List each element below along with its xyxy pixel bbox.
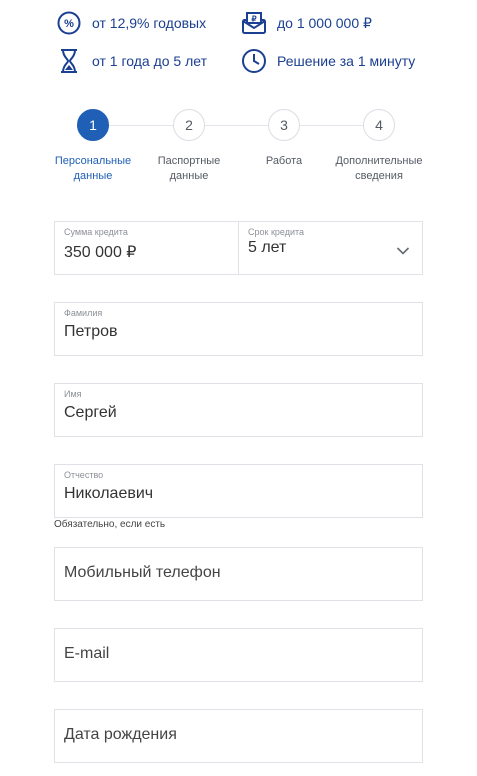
step-1-label: Персональные данные xyxy=(54,155,132,182)
step-4-circle[interactable]: 4 xyxy=(363,109,395,141)
step-2-label: Паспортные данные xyxy=(157,155,221,182)
patronymic-hint: Обязательно, если есть xyxy=(54,519,166,530)
feature-amount: ₽ до 1 000 000 ₽ xyxy=(241,10,372,36)
feature-rate: % от 12,9% годовых xyxy=(56,10,206,36)
step-2-circle[interactable]: 2 xyxy=(173,109,205,141)
envelope-money-icon: ₽ xyxy=(241,10,267,36)
email-field[interactable]: E-mail xyxy=(54,628,423,682)
amount-field[interactable]: Сумма кредита 350 000 ₽ xyxy=(55,222,238,274)
step-3-label: Работа xyxy=(265,155,303,167)
surname-label: Фамилия xyxy=(64,308,103,318)
svg-text:%: % xyxy=(64,18,74,30)
phone-placeholder: Мобильный телефон xyxy=(64,564,221,581)
hourglass-icon xyxy=(56,48,82,74)
feature-rate-text: от 12,9% годовых xyxy=(92,15,207,31)
surname-value: Петров xyxy=(64,323,118,340)
feature-amount-text: до 1 000 000 ₽ xyxy=(277,14,372,31)
loan-params-group: Сумма кредита 350 000 ₽ Срок кредита 5 л… xyxy=(54,221,423,275)
chevron-down-icon xyxy=(396,243,410,261)
amount-value: 350 000 ₽ xyxy=(64,244,137,261)
name-value: Сергей xyxy=(64,404,117,421)
email-placeholder: E-mail xyxy=(64,645,110,662)
patronymic-value: Николаевич xyxy=(64,485,154,502)
patronymic-label: Отчество xyxy=(64,470,104,480)
amount-label: Сумма кредита xyxy=(64,227,128,237)
surname-field[interactable]: Фамилия Петров xyxy=(54,302,423,356)
phone-field[interactable]: Мобильный телефон xyxy=(54,547,423,601)
step-1-circle[interactable]: 1 xyxy=(77,109,109,141)
birthdate-placeholder: Дата рождения xyxy=(64,726,177,743)
percent-icon: % xyxy=(56,10,82,36)
feature-term-text: от 1 года до 5 лет xyxy=(92,53,208,69)
step-4-label: Дополнительные сведения xyxy=(335,155,423,182)
patronymic-field[interactable]: Отчество Николаевич xyxy=(54,464,423,518)
feature-decision: Решение за 1 минуту xyxy=(241,48,415,74)
name-field[interactable]: Имя Сергей xyxy=(54,383,423,437)
steps-connector xyxy=(93,125,379,126)
term-select[interactable]: Срок кредита 5 лет xyxy=(239,222,422,274)
term-value: 5 лет xyxy=(248,239,287,256)
feature-decision-text: Решение за 1 минуту xyxy=(277,53,416,69)
svg-text:₽: ₽ xyxy=(251,15,256,24)
term-label: Срок кредита xyxy=(248,227,305,237)
feature-term: от 1 года до 5 лет xyxy=(56,48,207,74)
step-3-circle[interactable]: 3 xyxy=(268,109,300,141)
clock-icon xyxy=(241,48,267,74)
birthdate-field[interactable]: Дата рождения xyxy=(54,709,423,763)
name-label: Имя xyxy=(64,389,82,399)
loan-application-page: % от 12,9% годовых ₽ до 1 000 000 ₽ от 1… xyxy=(0,0,477,776)
